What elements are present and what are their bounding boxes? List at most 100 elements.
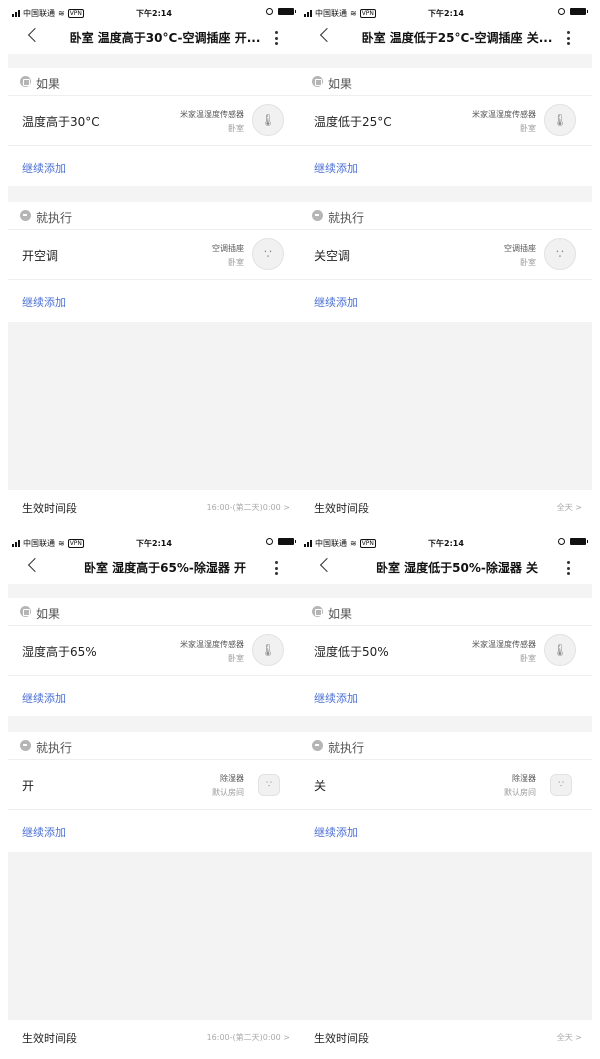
device-room: 卧室 <box>520 124 536 133</box>
if-label: 如果 <box>328 607 353 621</box>
add-condition-button[interactable]: 继续添加 <box>22 690 66 706</box>
battery-icon <box>570 538 588 545</box>
status-right <box>558 538 588 545</box>
status-time: 下午2:14 <box>136 9 172 18</box>
nav-bar: 卧室 湿度高于65%-除湿器 开 <box>8 552 300 582</box>
back-icon[interactable] <box>27 27 43 43</box>
condition-row[interactable]: 湿度高于65% 米家温湿度传感器 卧室 🌡 <box>8 626 300 676</box>
if-label: 如果 <box>36 607 61 621</box>
then-label: 就执行 <box>328 741 365 755</box>
back-icon[interactable] <box>319 27 335 43</box>
scene-panel: 中国联通 ≋ VPN 下午2:14 卧室 湿度高于65%-除湿器 开 如果 湿度… <box>8 530 300 1056</box>
if-label: 如果 <box>36 77 61 91</box>
effective-period-row[interactable]: 生效时间段 全天 > <box>300 1020 592 1056</box>
condition-text: 温度高于30°C <box>22 115 100 129</box>
device-name: 米家温湿度传感器 <box>180 640 244 649</box>
effective-period-value: 全天 > <box>556 503 582 512</box>
empty-area <box>8 322 300 490</box>
more-icon[interactable] <box>567 561 570 575</box>
device-room: 卧室 <box>520 654 536 663</box>
then-label: 就执行 <box>36 741 73 755</box>
effective-period-label: 生效时间段 <box>314 502 369 515</box>
status-bar: 中国联通 ≋ VPN 下午2:14 <box>300 0 592 22</box>
add-condition-button[interactable]: 继续添加 <box>22 160 66 176</box>
action-row[interactable]: 关 除湿器 默认房间 ∵ <box>300 760 592 810</box>
if-section-header: 如果 <box>8 68 300 96</box>
effective-period-label: 生效时间段 <box>22 502 77 515</box>
screenshot-grid: 中国联通 ≋ VPN 下午2:14 卧室 温度高于30°C-空调插座 开... … <box>0 0 600 1059</box>
device-name: 空调插座 <box>504 244 536 253</box>
effective-period-row[interactable]: 生效时间段 16:00-(第二天)0:00 > <box>8 1020 300 1056</box>
action-row[interactable]: 开 除湿器 默认房间 ∵ <box>8 760 300 810</box>
then-section-header: 就执行 <box>8 202 300 230</box>
add-action-button[interactable]: 继续添加 <box>314 294 358 310</box>
condition-row[interactable]: 温度低于25°C 米家温湿度传感器 卧室 🌡 <box>300 96 592 146</box>
device-room: 卧室 <box>228 124 244 133</box>
device-name: 米家温湿度传感器 <box>472 640 536 649</box>
add-action-button[interactable]: 继续添加 <box>314 824 358 840</box>
empty-area <box>300 322 592 490</box>
page-title: 卧室 温度低于25°C-空调插座 关... <box>361 31 553 45</box>
nav-bar: 卧室 湿度低于50%-除湿器 关 <box>300 552 592 582</box>
battery-icon <box>278 538 296 545</box>
device-name: 除湿器 <box>512 774 536 783</box>
thermometer-icon: 🌡 <box>544 634 576 666</box>
status-right <box>266 8 296 15</box>
then-section-header: 就执行 <box>300 732 592 760</box>
divider <box>8 54 300 68</box>
dehumidifier-icon: ∵ <box>550 774 572 796</box>
thermometer-icon: 🌡 <box>544 104 576 136</box>
ac-plug-icon: ∵ <box>544 238 576 270</box>
back-icon[interactable] <box>319 557 335 573</box>
action-row[interactable]: 关空调 空调插座 卧室 ∵ <box>300 230 592 280</box>
more-icon[interactable] <box>275 561 278 575</box>
back-icon[interactable] <box>27 557 43 573</box>
thermometer-icon: 🌡 <box>252 104 284 136</box>
divider <box>8 186 300 202</box>
page-title: 卧室 湿度低于50%-除湿器 关 <box>375 561 539 575</box>
divider <box>8 584 300 598</box>
more-icon[interactable] <box>275 31 278 45</box>
action-arrow-icon <box>20 740 31 751</box>
then-section-header: 就执行 <box>8 732 300 760</box>
add-condition-button[interactable]: 继续添加 <box>314 690 358 706</box>
then-label: 就执行 <box>36 211 73 225</box>
effective-period-row[interactable]: 生效时间段 16:00-(第二天)0:00 > <box>8 490 300 526</box>
action-text: 开 <box>22 779 35 793</box>
divider <box>300 186 592 202</box>
condition-row[interactable]: 温度高于30°C 米家温湿度传感器 卧室 🌡 <box>8 96 300 146</box>
battery-icon <box>570 8 588 15</box>
add-action-button[interactable]: 继续添加 <box>22 824 66 840</box>
more-icon[interactable] <box>567 31 570 45</box>
if-section-header: 如果 <box>300 598 592 626</box>
rotation-lock-icon <box>558 538 565 545</box>
add-condition-button[interactable]: 继续添加 <box>314 160 358 176</box>
effective-period-value: 16:00-(第二天)0:00 > <box>206 1033 290 1042</box>
empty-area <box>300 852 592 1020</box>
effective-period-row[interactable]: 生效时间段 全天 > <box>300 490 592 526</box>
page-title: 卧室 温度高于30°C-空调插座 开... <box>69 31 261 45</box>
status-time: 下午2:14 <box>428 539 464 548</box>
divider <box>300 584 592 598</box>
device-room: 卧室 <box>520 258 536 267</box>
action-row[interactable]: 开空调 空调插座 卧室 ∵ <box>8 230 300 280</box>
device-name: 米家温湿度传感器 <box>472 110 536 119</box>
page-title: 卧室 湿度高于65%-除湿器 开 <box>83 561 247 575</box>
empty-area <box>8 852 300 1020</box>
nav-bar: 卧室 温度高于30°C-空调插座 开... <box>8 22 300 52</box>
status-right <box>558 8 588 15</box>
add-action-button[interactable]: 继续添加 <box>22 294 66 310</box>
status-bar: 中国联通 ≋ VPN 下午2:14 <box>8 0 300 22</box>
device-room: 卧室 <box>228 654 244 663</box>
device-name: 米家温湿度传感器 <box>180 110 244 119</box>
device-name: 除湿器 <box>220 774 244 783</box>
scene-panel: 中国联通 ≋ VPN 下午2:14 卧室 温度低于25°C-空调插座 关... … <box>300 0 592 526</box>
divider <box>300 716 592 732</box>
action-text: 开空调 <box>22 249 59 263</box>
divider <box>300 54 592 68</box>
status-bar: 中国联通 ≋ VPN 下午2:14 <box>300 530 592 552</box>
effective-period-label: 生效时间段 <box>314 1032 369 1045</box>
rotation-lock-icon <box>266 538 273 545</box>
if-label: 如果 <box>328 77 353 91</box>
condition-row[interactable]: 湿度低于50% 米家温湿度传感器 卧室 🌡 <box>300 626 592 676</box>
